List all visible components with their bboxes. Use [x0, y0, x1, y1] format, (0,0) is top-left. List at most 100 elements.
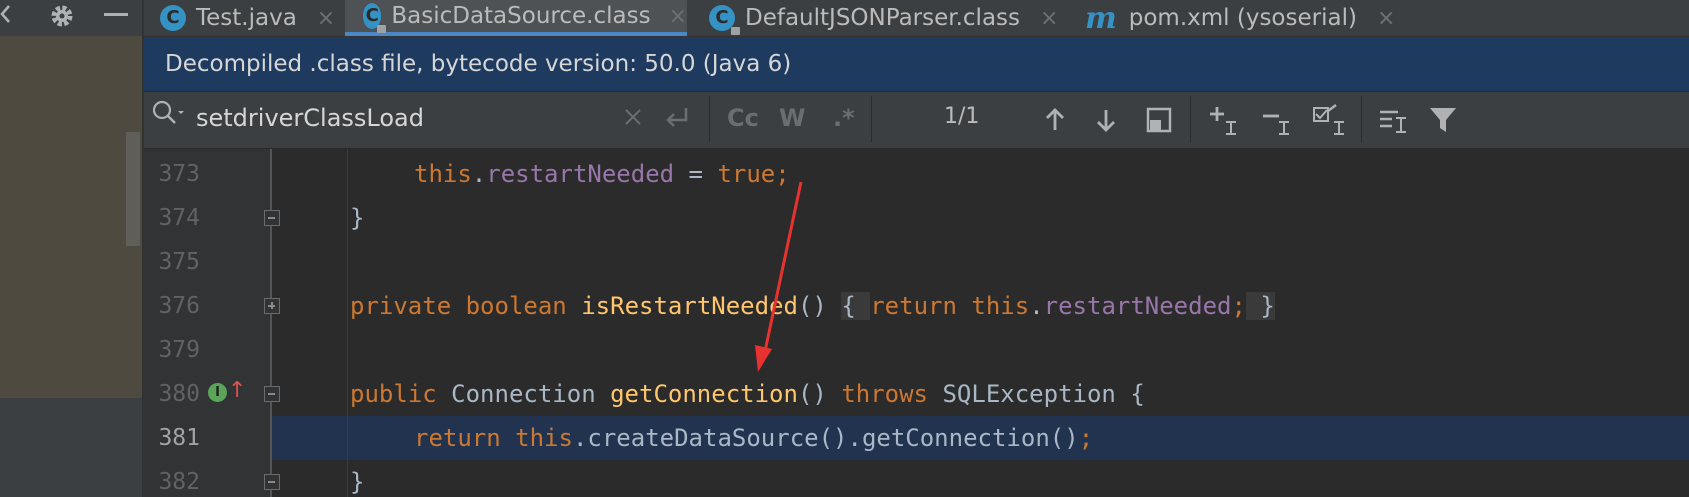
toolbar-separator: [709, 96, 710, 142]
fold-end-icon[interactable]: [264, 474, 280, 490]
code-line-381: return this.createDataSource().getConnec…: [414, 423, 1093, 453]
folded-region[interactable]: {: [841, 292, 871, 320]
code-line-373: this.restartNeeded = true;: [414, 159, 790, 189]
maven-icon: m: [1085, 0, 1117, 36]
class-icon: C: [160, 5, 186, 31]
field: restartNeeded: [486, 160, 675, 188]
gutter-border: [270, 149, 272, 497]
keyword: this: [414, 160, 472, 188]
gear-icon[interactable]: [48, 2, 76, 30]
keyword: return: [414, 424, 501, 452]
line-number-current: 381: [158, 425, 200, 451]
search-icon[interactable]: [150, 98, 184, 130]
project-tree-scrollbar[interactable]: [126, 132, 140, 246]
lock-icon: [731, 27, 740, 35]
new-line-icon[interactable]: [664, 98, 690, 138]
type-name: SQLException: [942, 380, 1116, 408]
method-name: isRestartNeeded: [581, 292, 798, 320]
keyword: this: [971, 292, 1030, 320]
overrides-arrow-icon[interactable]: ↑: [228, 379, 246, 403]
minimize-icon[interactable]: [103, 2, 129, 30]
tab-label: pom.xml (ysoserial): [1128, 5, 1357, 31]
next-occurrence-icon[interactable]: [1093, 100, 1119, 140]
code-line-382: }: [350, 467, 364, 497]
tab-basicdatasource-class[interactable]: C BasicDataSource.class ×: [345, 0, 687, 36]
project-tree-area: [0, 36, 143, 398]
locked-class-icon: C: [363, 3, 387, 33]
line-number: 376: [158, 293, 200, 319]
toolbar-separator: [1361, 96, 1362, 142]
call-chain: .createDataSource().getConnection(): [572, 424, 1079, 452]
line-number: 382: [158, 469, 200, 495]
semicolon: ;: [1231, 292, 1246, 320]
fold-collapse-icon[interactable]: [264, 386, 280, 402]
previous-occurrence-icon[interactable]: [1042, 100, 1068, 140]
keyword: true: [717, 160, 776, 188]
brace: {: [841, 292, 856, 320]
locked-class-icon: C: [709, 5, 740, 35]
tab-label: BasicDataSource.class: [391, 3, 651, 29]
keyword: boolean: [465, 292, 567, 320]
close-icon[interactable]: ×: [317, 6, 335, 31]
code-line-376: private boolean isRestartNeeded() { retu…: [350, 291, 1275, 321]
collapse-icon[interactable]: [0, 2, 12, 30]
keyword: return: [870, 292, 957, 320]
line-number: 379: [158, 337, 200, 363]
implements-marker-icon[interactable]: I: [208, 383, 227, 402]
filter-icon[interactable]: [1428, 100, 1458, 140]
tab-defaultjsonparser-class[interactable]: C DefaultJSONParser.class ×: [709, 0, 1058, 36]
brace: {: [1130, 380, 1145, 408]
select-all-occurrences-icon[interactable]: [1146, 100, 1172, 140]
decompiled-banner: Decompiled .class file, bytecode version…: [144, 37, 1689, 91]
field: restartNeeded: [1043, 292, 1232, 320]
line-number: 375: [158, 249, 200, 275]
semicolon: ;: [1078, 424, 1094, 452]
close-icon[interactable]: ×: [669, 4, 687, 29]
punct: .: [1029, 292, 1044, 320]
lock-icon: [377, 25, 387, 33]
clear-search-icon[interactable]: [624, 98, 642, 138]
left-tool-panel: [0, 0, 144, 497]
line-number: 374: [158, 205, 200, 231]
words-toggle[interactable]: W: [779, 98, 805, 138]
type-name: Connection: [451, 380, 596, 408]
match-count: 1/1: [944, 104, 980, 129]
folded-region[interactable]: }: [1245, 292, 1275, 320]
parens: (): [797, 380, 827, 408]
fold-expand-icon[interactable]: [264, 298, 280, 314]
keyword: this: [515, 424, 573, 452]
toggle-all-icon[interactable]: [1312, 100, 1348, 140]
operator: =: [674, 160, 718, 188]
brace: }: [350, 468, 365, 496]
parens: (): [797, 292, 827, 320]
tab-pom-xml[interactable]: m pom.xml (ysoserial) ×: [1085, 0, 1395, 36]
filter-lines-icon[interactable]: [1378, 100, 1410, 140]
search-input[interactable]: setdriverClassLoad: [196, 100, 424, 136]
code-line-374: }: [350, 203, 364, 233]
keyword: public: [350, 380, 437, 408]
toolbar-separator: [871, 96, 872, 142]
punct: .: [471, 160, 487, 188]
brace: }: [1260, 292, 1275, 320]
fold-end-icon[interactable]: [264, 210, 280, 226]
regex-toggle[interactable]: .*: [833, 98, 855, 138]
line-number: 373: [158, 161, 200, 187]
match-case-toggle[interactable]: Cc: [727, 98, 759, 138]
close-icon[interactable]: ×: [1040, 6, 1058, 31]
tab-test-java[interactable]: C Test.java ×: [160, 0, 335, 36]
banner-text: Decompiled .class file, bytecode version…: [165, 51, 792, 77]
keyword: private: [350, 292, 452, 320]
indent-guide: [347, 149, 348, 497]
close-icon[interactable]: ×: [1377, 6, 1395, 31]
code-line-380: public Connection getConnection() throws…: [350, 379, 1145, 409]
tab-label: DefaultJSONParser.class: [745, 5, 1021, 31]
semicolon: ;: [775, 160, 790, 188]
keyword: throws: [841, 380, 929, 408]
method-name: getConnection: [610, 380, 798, 408]
toolbar-separator: [1190, 96, 1191, 142]
brace: }: [350, 204, 365, 232]
remove-occurrence-icon[interactable]: [1261, 100, 1295, 140]
tab-label: Test.java: [196, 5, 297, 31]
line-number: 380: [158, 381, 200, 407]
add-occurrence-icon[interactable]: [1208, 100, 1242, 140]
